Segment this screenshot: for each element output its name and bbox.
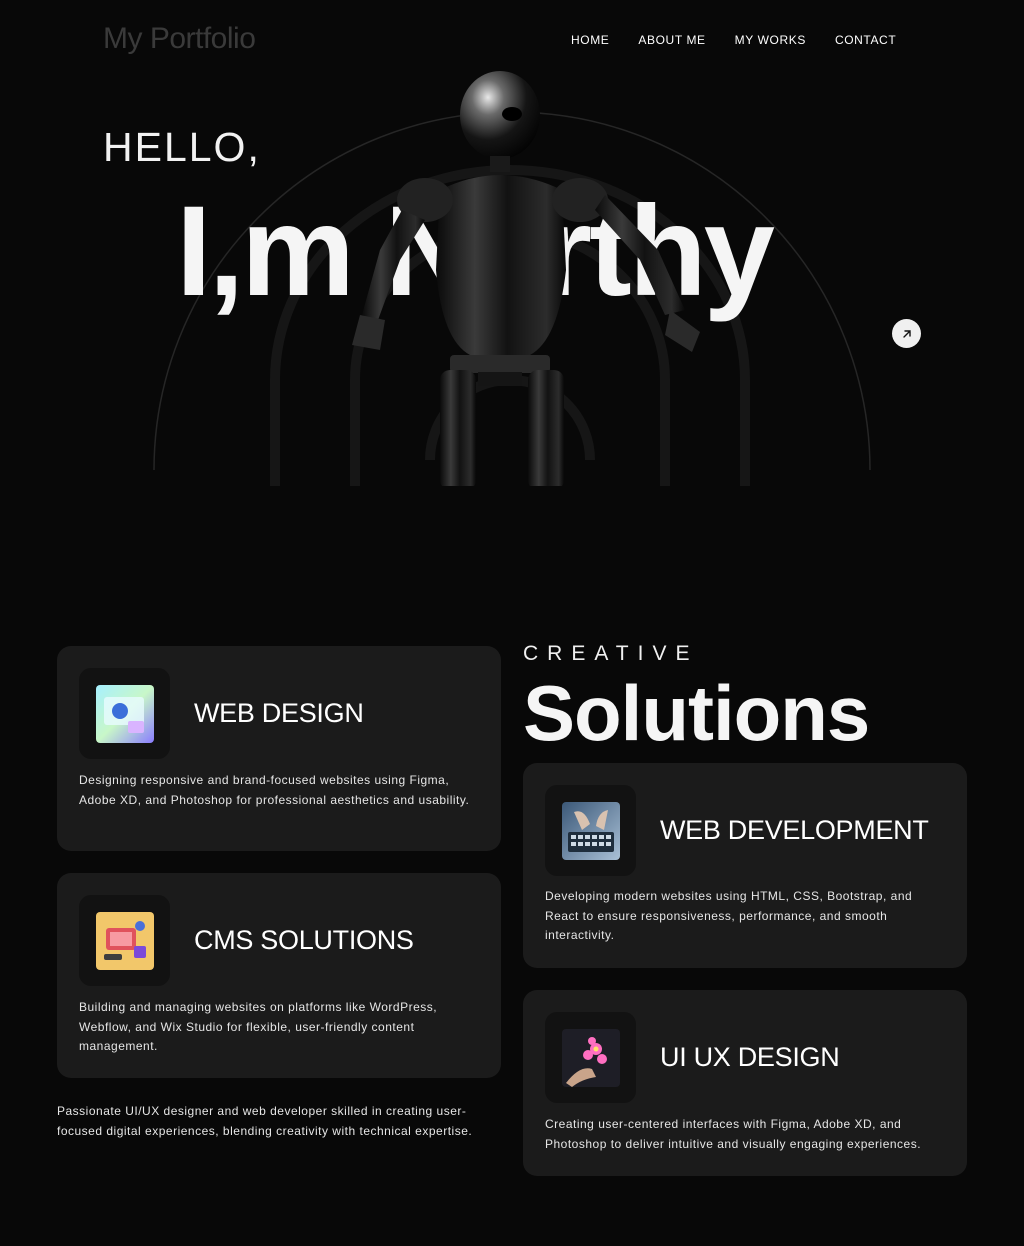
arrow-up-right-icon xyxy=(902,329,911,338)
service-card-web-development[interactable]: WEB DEVELOPMENT Developing modern websit… xyxy=(523,763,967,968)
hero-arrow-button[interactable] xyxy=(892,319,921,348)
service-title: CMS SOLUTIONS xyxy=(194,925,414,955)
service-title: WEB DEVELOPMENT xyxy=(660,815,929,845)
cms-icon xyxy=(79,895,170,986)
service-card-web-design[interactable]: WEB DESIGN Designing responsive and bran… xyxy=(57,646,501,851)
service-description: Creating user-centered interfaces with F… xyxy=(545,1117,922,1151)
web-design-icon xyxy=(79,668,170,759)
keyboard-icon xyxy=(545,785,636,876)
section-eyebrow: CREATIVE xyxy=(523,642,699,665)
service-title: UI UX DESIGN xyxy=(660,1042,840,1072)
nav-contact[interactable]: CONTACT xyxy=(835,33,896,47)
service-title: WEB DESIGN xyxy=(194,698,364,728)
hero-greeting: HELLO, xyxy=(103,124,261,170)
robot-illustration xyxy=(352,71,700,486)
section-heading: Solutions xyxy=(523,669,870,757)
nav-about-me[interactable]: ABOUT ME xyxy=(638,33,705,47)
hero-section: HELLO, I,m Nerthy xyxy=(0,60,1024,486)
service-card-cms-solutions[interactable]: CMS SOLUTIONS Building and managing webs… xyxy=(57,873,501,1078)
service-description: Developing modern websites using HTML, C… xyxy=(545,889,913,942)
service-description: Building and managing websites on platfo… xyxy=(79,1000,438,1053)
site-logo[interactable]: My Portfolio xyxy=(103,22,256,56)
nav-home[interactable]: HOME xyxy=(571,33,609,47)
nav-menu: HOME ABOUT ME MY WORKS CONTACT xyxy=(571,33,896,47)
service-card-ui-ux-design[interactable]: UI UX DESIGN Creating user-centered inte… xyxy=(523,990,967,1176)
flower-hand-icon xyxy=(545,1012,636,1103)
intro-paragraph: Passionate UI/UX designer and web develo… xyxy=(57,1104,473,1138)
nav-my-works[interactable]: MY WORKS xyxy=(735,33,806,47)
service-description: Designing responsive and brand-focused w… xyxy=(79,773,470,807)
